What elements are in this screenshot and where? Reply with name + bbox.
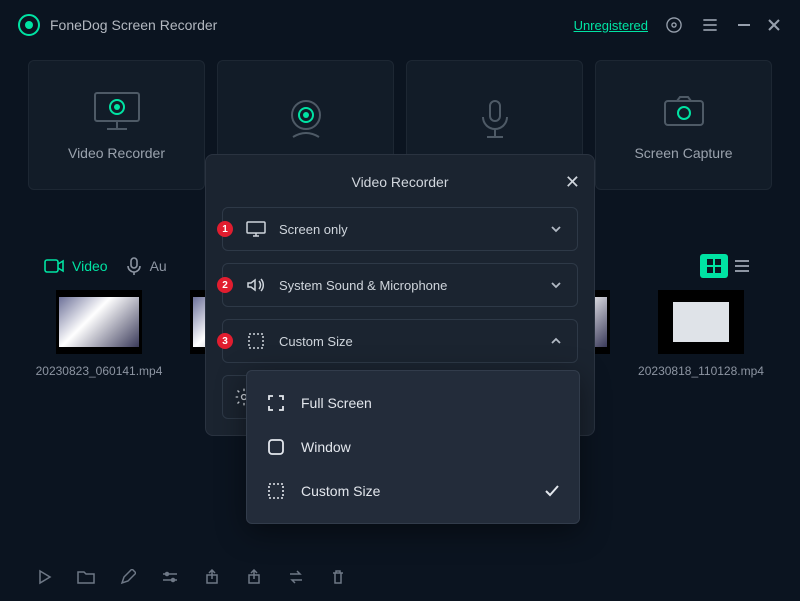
submenu-full-screen[interactable]: Full Screen [247,381,579,425]
size-submenu: Full Screen Window Custom Size [246,370,580,524]
modal-row-size[interactable]: 3 Custom Size [222,319,578,363]
window-icon [265,438,287,456]
chevron-up-icon [549,334,563,348]
step-badge: 1 [217,221,233,237]
crop-icon [245,332,267,350]
speaker-icon [245,277,267,293]
row-label: Custom Size [279,334,353,349]
submenu-label: Custom Size [301,483,380,499]
step-badge: 3 [217,333,233,349]
custom-size-icon [265,482,287,500]
check-icon [543,482,561,500]
row-label: System Sound & Microphone [279,278,447,293]
submenu-label: Window [301,439,351,455]
submenu-custom-size[interactable]: Custom Size [247,469,579,513]
monitor-icon [245,221,267,237]
modal-row-source[interactable]: 1 Screen only [222,207,578,251]
submenu-window[interactable]: Window [247,425,579,469]
chevron-down-icon [549,222,563,236]
modal-title: Video Recorder [351,174,448,190]
modal-close-button[interactable]: ✕ [565,172,580,193]
fullscreen-icon [265,393,287,413]
modal-backdrop: Video Recorder ✕ 1 Screen only 2 System … [0,0,800,601]
chevron-down-icon [549,278,563,292]
step-badge: 2 [217,277,233,293]
submenu-label: Full Screen [301,395,372,411]
modal-row-audio[interactable]: 2 System Sound & Microphone [222,263,578,307]
row-label: Screen only [279,222,348,237]
